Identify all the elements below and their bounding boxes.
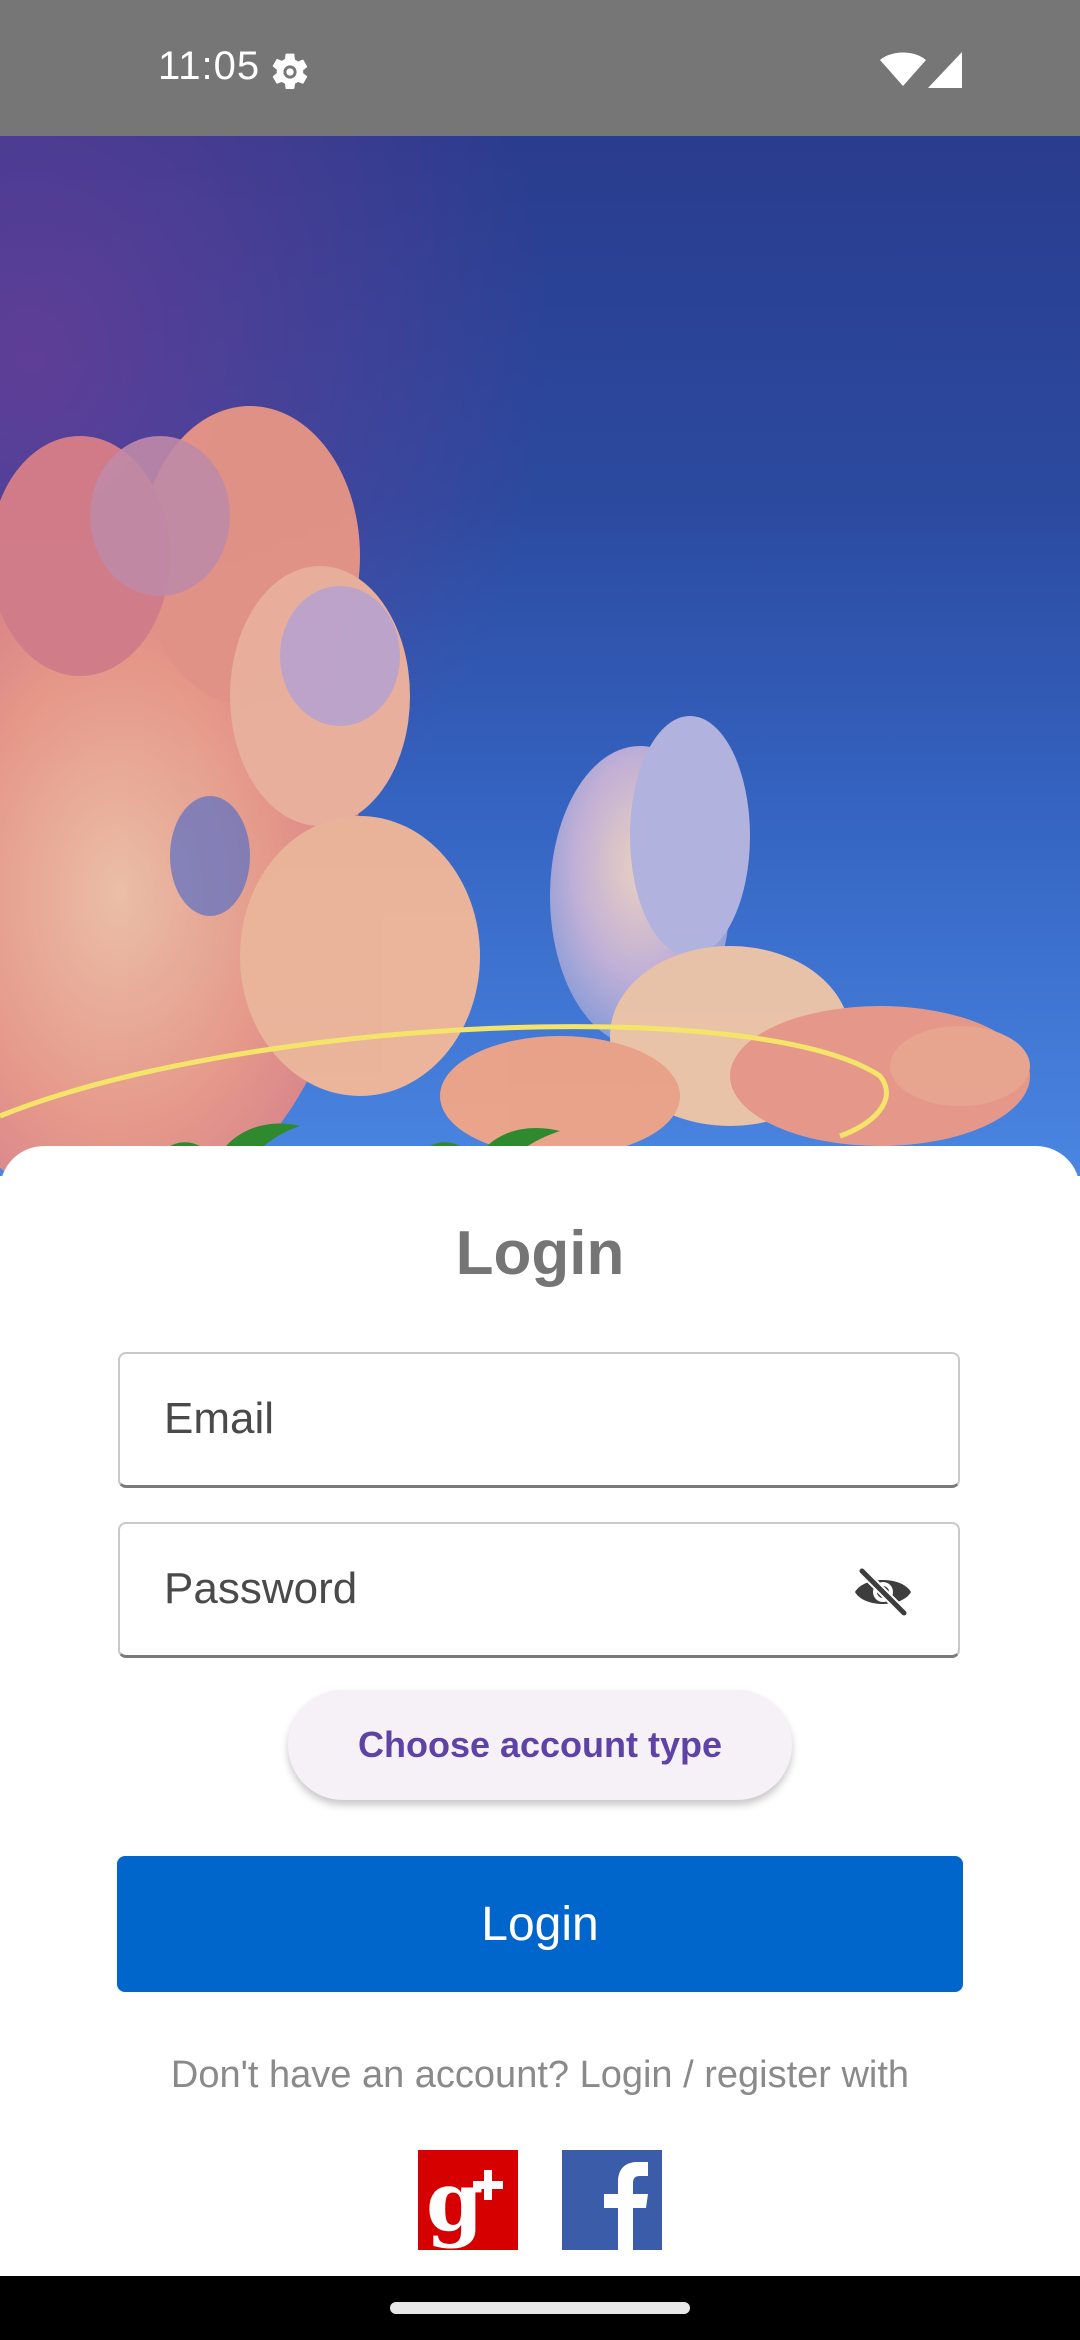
svg-text:g: g xyxy=(426,2154,483,2250)
wifi-icon xyxy=(880,52,926,86)
page-title: Login xyxy=(455,1219,625,1288)
hero-illustration xyxy=(0,136,1080,1176)
navigation-bar xyxy=(0,2276,1080,2340)
password-field[interactable] xyxy=(118,1522,960,1658)
facebook-icon[interactable] xyxy=(562,2150,662,2250)
gear-icon xyxy=(272,53,308,90)
eye-off-icon[interactable] xyxy=(852,1568,914,1616)
sky-clouds-art xyxy=(0,406,1030,1176)
register-prompt: Don't have an account? Login / register … xyxy=(170,2054,910,2096)
signal-icon xyxy=(928,52,962,88)
email-field[interactable] xyxy=(118,1352,960,1488)
google-plus-icon[interactable]: g xyxy=(418,2150,518,2250)
login-button[interactable]: Login xyxy=(117,1856,963,1992)
login-sheet: Login Choose account type Login Don't ha… xyxy=(0,1146,1080,2276)
email-input[interactable] xyxy=(164,1354,864,1484)
password-input[interactable] xyxy=(164,1524,864,1654)
home-gesture-handle[interactable] xyxy=(390,2302,690,2314)
status-time: 11:05 xyxy=(158,44,261,88)
status-bar: 11:05 xyxy=(0,0,1080,136)
choose-account-type-button[interactable]: Choose account type xyxy=(288,1690,792,1800)
